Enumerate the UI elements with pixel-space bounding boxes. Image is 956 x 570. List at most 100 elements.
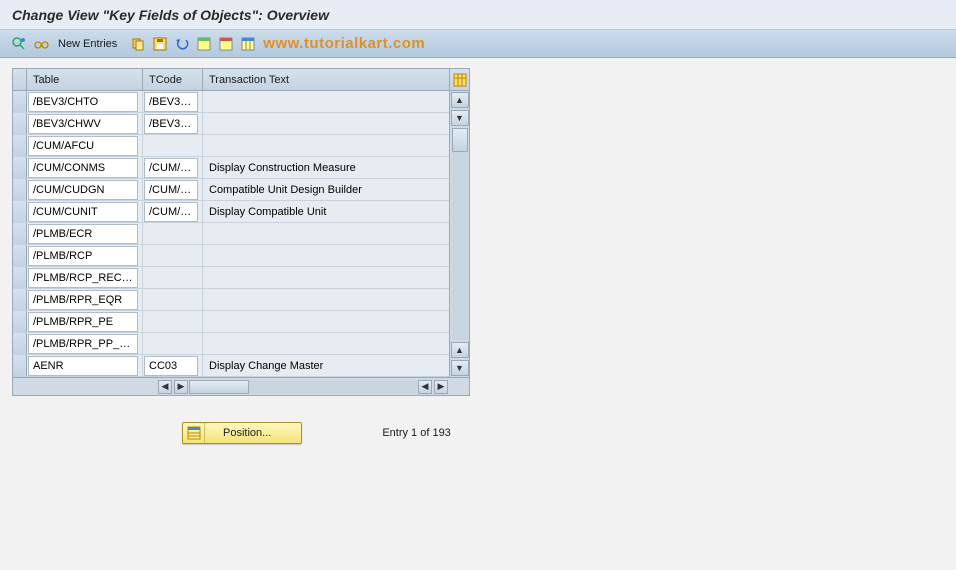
- other-view-icon[interactable]: [10, 35, 28, 53]
- tcode-field[interactable]: /CUM/CM…: [144, 158, 198, 178]
- row-selector[interactable]: [13, 91, 27, 112]
- copy-icon[interactable]: [129, 35, 147, 53]
- position-button[interactable]: Position...: [182, 422, 302, 444]
- cell-table[interactable]: /CUM/CUNIT: [27, 201, 143, 223]
- cell-table[interactable]: /PLMB/ECR: [27, 223, 143, 245]
- cell-tcode[interactable]: [143, 311, 203, 333]
- table-field[interactable]: /PLMB/RPR_PE: [28, 312, 138, 332]
- cell-tcode[interactable]: /BEV3/C…: [143, 113, 203, 135]
- cell-table[interactable]: /PLMB/RCP: [27, 245, 143, 267]
- vertical-scrollbar[interactable]: ▲ ▼ ▲ ▼: [449, 91, 469, 377]
- cell-table[interactable]: /CUM/CUDGN: [27, 179, 143, 201]
- scroll-right-icon[interactable]: ▶: [174, 380, 188, 394]
- save-icon[interactable]: [151, 35, 169, 53]
- cell-tcode[interactable]: [143, 223, 203, 245]
- undo-icon[interactable]: [173, 35, 191, 53]
- row-selector[interactable]: [13, 267, 27, 288]
- tcode-field[interactable]: CC03: [144, 356, 198, 376]
- transaction-text: [203, 289, 449, 295]
- table-field[interactable]: /PLMB/RPR_PP_VAL: [28, 334, 138, 354]
- cell-table[interactable]: /PLMB/RPR_PP_VAL: [27, 333, 143, 355]
- scroll-up2-icon[interactable]: ▲: [451, 342, 469, 358]
- hscroll-thumb[interactable]: [189, 380, 249, 394]
- cell-tcode[interactable]: /CUM/CU…: [143, 201, 203, 223]
- row-selector[interactable]: [13, 135, 27, 156]
- cell-tcode[interactable]: /CUM/CM…: [143, 157, 203, 179]
- scroll-right2-icon[interactable]: ▶: [434, 380, 448, 394]
- deselect-all-icon[interactable]: [217, 35, 235, 53]
- table-row: /CUM/CUDGN/CUM/DE…Compatible Unit Design…: [13, 179, 449, 201]
- cell-tcode[interactable]: [143, 245, 203, 267]
- row-selector-header[interactable]: [13, 69, 27, 91]
- table-field[interactable]: /PLMB/RCP: [28, 246, 138, 266]
- new-entries-button[interactable]: New Entries: [54, 38, 121, 50]
- cell-table[interactable]: AENR: [27, 355, 143, 377]
- table-field[interactable]: /PLMB/RCP_RECIPE: [28, 268, 138, 288]
- table-field[interactable]: /PLMB/RPR_EQR: [28, 290, 138, 310]
- cell-table[interactable]: /BEV3/CHTO: [27, 91, 143, 113]
- tcode-field[interactable]: /BEV3/C…: [144, 92, 198, 112]
- cell-tcode[interactable]: [143, 333, 203, 355]
- table-field[interactable]: AENR: [28, 356, 138, 376]
- table-row: /CUM/CONMS/CUM/CM…Display Construction M…: [13, 157, 449, 179]
- row-selector[interactable]: [13, 355, 27, 376]
- cell-tcode[interactable]: /BEV3/C…: [143, 91, 203, 113]
- row-selector[interactable]: [13, 245, 27, 266]
- row-selector[interactable]: [13, 157, 27, 178]
- cell-table[interactable]: /PLMB/RCP_RECIPE: [27, 267, 143, 289]
- row-selector[interactable]: [13, 223, 27, 244]
- table-field[interactable]: /CUM/AFCU: [28, 136, 138, 156]
- configure-columns-icon[interactable]: [449, 69, 469, 90]
- entry-count-text: Entry 1 of 193: [382, 427, 451, 439]
- horizontal-scrollbar[interactable]: ◀ ▶ ◀ ▶: [13, 377, 469, 395]
- tcode-field[interactable]: /CUM/DE…: [144, 180, 198, 200]
- cell-table[interactable]: /PLMB/RPR_PE: [27, 311, 143, 333]
- cell-table[interactable]: /CUM/AFCU: [27, 135, 143, 157]
- col-header-tcode[interactable]: TCode: [143, 69, 203, 91]
- row-selector[interactable]: [13, 201, 27, 222]
- cell-transaction-text: [203, 223, 449, 245]
- cell-tcode[interactable]: CC03: [143, 355, 203, 377]
- scroll-down-icon[interactable]: ▼: [451, 110, 469, 126]
- cell-transaction-text: [203, 135, 449, 157]
- scroll-left2-icon[interactable]: ◀: [418, 380, 432, 394]
- scroll-thumb[interactable]: [452, 128, 468, 152]
- row-selector[interactable]: [13, 311, 27, 332]
- table-row: /PLMB/RPR_EQR: [13, 289, 449, 311]
- scroll-down2-icon[interactable]: ▼: [451, 360, 469, 376]
- cell-table[interactable]: /BEV3/CHWV: [27, 113, 143, 135]
- tcode-field[interactable]: /CUM/CU…: [144, 202, 198, 222]
- tcode-field[interactable]: /BEV3/C…: [144, 114, 198, 134]
- cell-tcode[interactable]: [143, 267, 203, 289]
- col-header-text[interactable]: Transaction Text: [203, 69, 449, 91]
- scroll-left-icon[interactable]: ◀: [158, 380, 172, 394]
- table-field[interactable]: /PLMB/ECR: [28, 224, 138, 244]
- table-field[interactable]: /CUM/CUNIT: [28, 202, 138, 222]
- transaction-text: Display Compatible Unit: [203, 201, 449, 223]
- scroll-track[interactable]: [452, 128, 468, 340]
- cell-table[interactable]: /CUM/CONMS: [27, 157, 143, 179]
- cell-tcode[interactable]: [143, 135, 203, 157]
- table-field[interactable]: /BEV3/CHWV: [28, 114, 138, 134]
- row-selector[interactable]: [13, 289, 27, 310]
- table-field[interactable]: /CUM/CONMS: [28, 158, 138, 178]
- transaction-text: Display Construction Measure: [203, 157, 449, 179]
- select-all-icon[interactable]: [195, 35, 213, 53]
- cell-transaction-text: [203, 289, 449, 311]
- table-row: /CUM/CUNIT/CUM/CU…Display Compatible Uni…: [13, 201, 449, 223]
- table-field[interactable]: /CUM/CUDGN: [28, 180, 138, 200]
- cell-table[interactable]: /PLMB/RPR_EQR: [27, 289, 143, 311]
- cell-transaction-text: [203, 267, 449, 289]
- table-field[interactable]: /BEV3/CHTO: [28, 92, 138, 112]
- hscroll-track[interactable]: [189, 380, 417, 394]
- row-selector[interactable]: [13, 179, 27, 200]
- col-header-table[interactable]: Table: [27, 69, 143, 91]
- cell-transaction-text: [203, 91, 449, 113]
- glasses-icon[interactable]: [32, 35, 50, 53]
- cell-tcode[interactable]: /CUM/DE…: [143, 179, 203, 201]
- scroll-up-icon[interactable]: ▲: [451, 92, 469, 108]
- row-selector[interactable]: [13, 113, 27, 134]
- table-settings-icon[interactable]: [239, 35, 257, 53]
- cell-tcode[interactable]: [143, 289, 203, 311]
- row-selector[interactable]: [13, 333, 27, 354]
